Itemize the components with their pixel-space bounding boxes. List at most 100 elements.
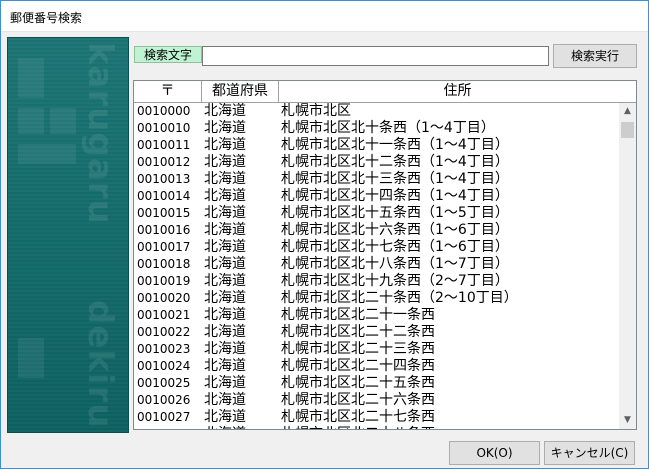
zip-cell: 0010015 (137, 206, 191, 220)
prefecture-cell: 北海道 (204, 171, 246, 187)
column-header-address[interactable]: 住所 (279, 81, 636, 102)
prefecture-cell: 北海道 (204, 358, 246, 374)
prefecture-cell: 北海道 (204, 273, 246, 289)
brand-panel: karugaru dekiru (7, 37, 129, 433)
address-cell: 札幌市北区北十九条西（2～7丁目） (281, 273, 509, 289)
address-cell: 札幌市北区北十条西（1～4丁目） (281, 120, 495, 136)
ok-button[interactable]: OK(O) (449, 441, 540, 465)
zip-cell: 0010027 (137, 410, 191, 424)
address-cell: 札幌市北区北十四条西（1～4丁目） (281, 188, 509, 204)
dialog-window: 郵便番号検索 karugaru dekiru 検索文字 検索実行 〒 都道府県 … (0, 0, 649, 469)
zip-cell: 0010024 (137, 359, 191, 373)
brand-block (18, 338, 44, 378)
list-item[interactable]: 0010015 北海道 札幌市北区北十五条西（1～5丁目） (134, 205, 619, 222)
list-item[interactable]: 0010025 北海道 札幌市北区北二十五条西 (134, 375, 619, 392)
prefecture-cell: 北海道 (204, 290, 246, 306)
brand-block (18, 144, 76, 164)
zip-cell: 0010014 (137, 189, 191, 203)
column-header-zip[interactable]: 〒 (134, 81, 202, 102)
list-item[interactable]: 0010011 北海道 札幌市北区北十一条西（1～4丁目） (134, 137, 619, 154)
address-cell: 札幌市北区北二十二条西 (281, 324, 435, 340)
list-item[interactable]: 0010013 北海道 札幌市北区北十三条西（1～4丁目） (134, 171, 619, 188)
address-cell: 札幌市北区北二十一条西 (281, 307, 435, 323)
zip-cell: 0010022 (137, 325, 191, 339)
list-rows: 0010000 北海道 札幌市北区 0010010 北海道 札幌市北区北十条西（1～4丁目… (134, 103, 619, 429)
brand-text-bottom: dekiru (80, 300, 120, 429)
prefecture-cell: 北海道 (204, 392, 246, 408)
zip-cell: 0010025 (137, 376, 191, 390)
prefecture-cell: 北海道 (204, 137, 246, 153)
scroll-down-icon[interactable]: ▼ (619, 412, 636, 429)
list-item[interactable]: 0010020 北海道 札幌市北区北二十条西（2～10丁目） (134, 290, 619, 307)
prefecture-cell: 北海道 (204, 222, 246, 238)
list-item[interactable]: 0010024 北海道 札幌市北区北二十四条西 (134, 358, 619, 375)
list-item[interactable]: 0010017 北海道 札幌市北区北十七条西（1～6丁目） (134, 239, 619, 256)
address-cell: 札幌市北区北二十五条西 (281, 375, 435, 391)
list-item[interactable]: 0010019 北海道 札幌市北区北十九条西（2～7丁目） (134, 273, 619, 290)
prefecture-cell: 北海道 (204, 154, 246, 170)
list-item[interactable]: 0010022 北海道 札幌市北区北二十二条西 (134, 324, 619, 341)
address-cell: 札幌市北区北十二条西（1～4丁目） (281, 154, 509, 170)
address-cell: 札幌市北区北十三条西（1～4丁目） (281, 171, 509, 187)
zip-cell: 0010012 (137, 155, 191, 169)
cancel-button[interactable]: キャンセル(C) (544, 441, 635, 465)
address-cell: 札幌市北区北十七条西（1～6丁目） (281, 239, 509, 255)
search-input[interactable] (202, 46, 549, 66)
list-header: 〒 都道府県 住所 (134, 81, 636, 103)
list-item[interactable]: 0010028 北海道 札幌市北区北二十八条西 (134, 426, 619, 429)
scrollbar-thumb[interactable] (621, 122, 634, 138)
title-bar[interactable]: 郵便番号検索 (1, 1, 648, 32)
search-label: 検索文字 (134, 46, 202, 63)
address-cell: 札幌市北区北二十四条西 (281, 358, 435, 374)
vertical-scrollbar[interactable]: ▲ ▼ (619, 103, 636, 429)
list-item[interactable]: 0010027 北海道 札幌市北区北二十七条西 (134, 409, 619, 426)
zip-cell: 0010026 (137, 393, 191, 407)
scroll-up-icon[interactable]: ▲ (619, 103, 636, 120)
column-header-prefecture[interactable]: 都道府県 (202, 81, 279, 102)
address-cell: 札幌市北区北二十七条西 (281, 409, 435, 425)
search-button[interactable]: 検索実行 (553, 44, 637, 68)
address-cell: 札幌市北区 (281, 103, 351, 119)
prefecture-cell: 北海道 (204, 307, 246, 323)
list-item[interactable]: 0010010 北海道 札幌市北区北十条西（1～4丁目） (134, 120, 619, 137)
address-cell: 札幌市北区北十八条西（1～7丁目） (281, 256, 509, 272)
brand-block (50, 108, 76, 134)
prefecture-cell: 北海道 (204, 188, 246, 204)
list-item[interactable]: 0010012 北海道 札幌市北区北十二条西（1～4丁目） (134, 154, 619, 171)
list-item[interactable]: 0010018 北海道 札幌市北区北十八条西（1～7丁目） (134, 256, 619, 273)
zip-cell: 0010017 (137, 240, 191, 254)
zip-cell: 0010016 (137, 223, 191, 237)
list-item[interactable]: 0010026 北海道 札幌市北区北二十六条西 (134, 392, 619, 409)
prefecture-cell: 北海道 (204, 239, 246, 255)
prefecture-cell: 北海道 (204, 120, 246, 136)
zip-cell: 0010010 (137, 121, 191, 135)
zip-cell: 0010028 (137, 426, 190, 429)
prefecture-cell: 北海道 (204, 324, 246, 340)
prefecture-cell: 北海道 (204, 103, 246, 119)
prefecture-cell: 北海道 (204, 409, 246, 425)
address-cell: 札幌市北区北二十六条西 (281, 392, 435, 408)
zip-cell: 0010020 (137, 291, 191, 305)
brand-block (18, 58, 44, 98)
prefecture-cell: 北海道 (204, 341, 246, 357)
list-item[interactable]: 0010016 北海道 札幌市北区北十六条西（1～6丁目） (134, 222, 619, 239)
list-item[interactable]: 0010021 北海道 札幌市北区北二十一条西 (134, 307, 619, 324)
list-item[interactable]: 0010023 北海道 札幌市北区北二十三条西 (134, 341, 619, 358)
list-item[interactable]: 0010000 北海道 札幌市北区 (134, 103, 619, 120)
list-item[interactable]: 0010014 北海道 札幌市北区北十四条西（1～4丁目） (134, 188, 619, 205)
prefecture-cell: 北海道 (204, 205, 246, 221)
zip-cell: 0010000 (137, 104, 191, 118)
results-list[interactable]: 〒 都道府県 住所 0010000 北海道 札幌市北区 0010010 北海道 札幌市北区… (133, 80, 637, 430)
address-cell: 札幌市北区北二十八条西 (281, 426, 435, 429)
address-cell: 札幌市北区北二十三条西 (281, 341, 435, 357)
address-cell: 札幌市北区北十一条西（1～4丁目） (281, 137, 509, 153)
prefecture-cell: 北海道 (204, 256, 246, 272)
zip-cell: 0010011 (137, 138, 191, 152)
address-cell: 札幌市北区北二十条西（2～10丁目） (281, 290, 518, 306)
brand-block (18, 108, 44, 134)
window-title: 郵便番号検索 (10, 11, 83, 25)
prefecture-cell: 北海道 (204, 375, 246, 391)
address-cell: 札幌市北区北十六条西（1～6丁目） (281, 222, 509, 238)
zip-cell: 0010019 (137, 274, 191, 288)
zip-cell: 0010018 (137, 257, 191, 271)
